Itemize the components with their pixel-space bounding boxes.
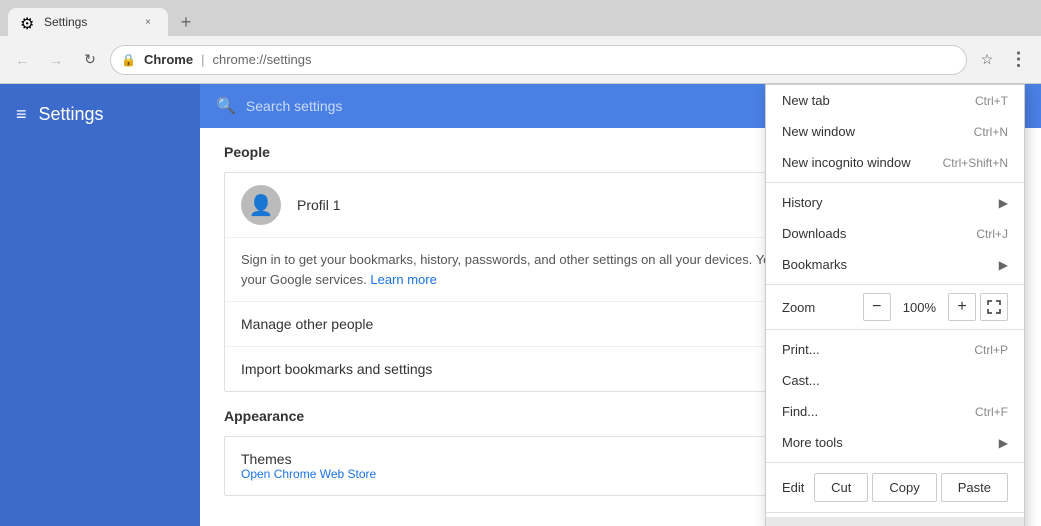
copy-button[interactable]: Copy	[872, 473, 936, 502]
menu-item-find-label: Find...	[782, 404, 818, 419]
menu-item-cast-label: Cast...	[782, 373, 820, 388]
menu-item-new-tab-shortcut: Ctrl+T	[975, 94, 1008, 108]
menu-item-bookmarks[interactable]: Bookmarks ▶	[766, 249, 1024, 280]
menu-item-history[interactable]: History ▶	[766, 187, 1024, 218]
cut-button[interactable]: Cut	[814, 473, 868, 502]
address-bar[interactable]: 🔒 Chrome | chrome://settings	[110, 45, 967, 75]
menu-item-print-shortcut: Ctrl+P	[974, 343, 1008, 357]
edit-label: Edit	[782, 480, 810, 495]
learn-more-link[interactable]: Learn more	[370, 272, 436, 287]
tab-close-button[interactable]: ×	[140, 14, 156, 30]
menu-divider-2	[766, 284, 1024, 285]
menu-item-new-window-shortcut: Ctrl+N	[974, 125, 1008, 139]
menu-item-find[interactable]: Find... Ctrl+F	[766, 396, 1024, 427]
menu-item-print-label: Print...	[782, 342, 820, 357]
menu-item-downloads-label: Downloads	[782, 226, 846, 241]
chrome-menu: New tab Ctrl+T New window Ctrl+N New inc…	[765, 84, 1025, 526]
address-label: Chrome	[144, 52, 193, 67]
edit-row: Edit Cut Copy Paste	[766, 467, 1024, 508]
menu-item-history-arrow: ▶	[999, 196, 1008, 210]
menu-item-incognito-label: New incognito window	[782, 155, 911, 170]
menu-divider-5	[766, 512, 1024, 513]
new-tab-button[interactable]: +	[172, 8, 200, 36]
hamburger-icon[interactable]: ≡	[16, 104, 27, 125]
menu-item-new-tab-label: New tab	[782, 93, 830, 108]
menu-item-new-window[interactable]: New window Ctrl+N	[766, 116, 1024, 147]
menu-item-more-tools[interactable]: More tools ▶	[766, 427, 1024, 458]
menu-divider-1	[766, 182, 1024, 183]
menu-item-new-window-label: New window	[782, 124, 855, 139]
browser-frame: ⚙ Settings × + ← → ↻ 🔒 Chrome | chrome:/…	[0, 0, 1041, 526]
address-url: chrome://settings	[212, 52, 311, 67]
sidebar-header: ≡ Settings	[0, 84, 200, 145]
forward-button[interactable]: →	[42, 46, 70, 74]
zoom-out-button[interactable]: −	[863, 293, 891, 321]
menu-item-downloads[interactable]: Downloads Ctrl+J	[766, 218, 1024, 249]
menu-item-more-tools-arrow: ▶	[999, 436, 1008, 450]
zoom-controls: − 100% +	[863, 293, 1008, 321]
menu-divider-3	[766, 329, 1024, 330]
zoom-in-button[interactable]: +	[948, 293, 976, 321]
fullscreen-button[interactable]	[980, 293, 1008, 321]
menu-item-find-shortcut: Ctrl+F	[975, 405, 1008, 419]
search-icon: 🔍	[216, 96, 236, 116]
menu-item-new-tab[interactable]: New tab Ctrl+T	[766, 85, 1024, 116]
menu-item-downloads-shortcut: Ctrl+J	[976, 227, 1008, 241]
menu-divider-4	[766, 462, 1024, 463]
menu-item-settings[interactable]: Settings	[766, 517, 1024, 526]
bookmark-star-button[interactable]: ☆	[973, 46, 1001, 74]
menu-item-more-tools-label: More tools	[782, 435, 843, 450]
paste-button[interactable]: Paste	[941, 473, 1008, 502]
tab-favicon: ⚙	[20, 14, 36, 30]
lock-icon: 🔒	[121, 53, 136, 67]
menu-item-incognito-shortcut: Ctrl+Shift+N	[943, 156, 1008, 170]
menu-item-bookmarks-arrow: ▶	[999, 258, 1008, 272]
menu-item-print[interactable]: Print... Ctrl+P	[766, 334, 1024, 365]
menu-item-cast[interactable]: Cast...	[766, 365, 1024, 396]
toolbar-right: ☆ ⋮	[973, 46, 1033, 74]
tab-bar: ⚙ Settings × +	[0, 0, 1041, 36]
menu-item-incognito[interactable]: New incognito window Ctrl+Shift+N	[766, 147, 1024, 178]
toolbar: ← → ↻ 🔒 Chrome | chrome://settings ☆ ⋮	[0, 36, 1041, 84]
zoom-label: Zoom	[782, 300, 855, 315]
menu-item-history-label: History	[782, 195, 822, 210]
avatar: 👤	[241, 185, 281, 225]
zoom-value: 100%	[895, 298, 944, 317]
refresh-button[interactable]: ↻	[76, 46, 104, 74]
zoom-row: Zoom − 100% +	[766, 289, 1024, 325]
settings-sidebar: ≡ Settings	[0, 84, 200, 526]
chrome-menu-button[interactable]: ⋮	[1005, 46, 1033, 74]
sidebar-title: Settings	[39, 104, 104, 125]
menu-item-bookmarks-label: Bookmarks	[782, 257, 847, 272]
avatar-icon: 👤	[249, 193, 274, 218]
back-button[interactable]: ←	[8, 46, 36, 74]
page-content: ≡ Settings 🔍 People 👤	[0, 84, 1041, 526]
address-separator: |	[201, 52, 204, 67]
tab-title: Settings	[44, 15, 132, 29]
settings-tab[interactable]: ⚙ Settings ×	[8, 8, 168, 36]
